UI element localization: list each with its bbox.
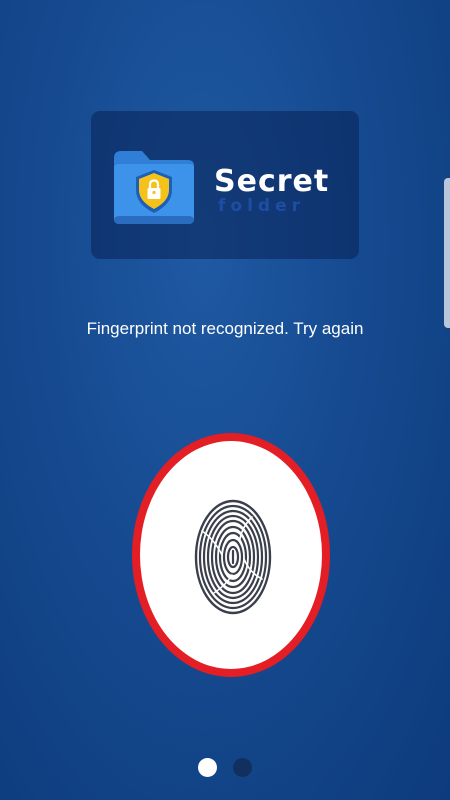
logo-title: Secret <box>214 164 330 199</box>
fingerprint-icon <box>194 499 272 615</box>
page-dot-active[interactable] <box>198 758 217 777</box>
fingerprint-status-message: Fingerprint not recognized. Try again <box>86 319 364 338</box>
app-logo-text: Secret folder <box>214 165 338 225</box>
logo-subtitle: folder <box>218 196 305 216</box>
page-indicator <box>196 758 256 778</box>
folder-shield-lock-icon <box>114 151 194 224</box>
fingerprint-sensor-button[interactable] <box>132 433 330 677</box>
scroll-indicator <box>444 178 450 328</box>
page-dot-inactive[interactable] <box>233 758 252 777</box>
